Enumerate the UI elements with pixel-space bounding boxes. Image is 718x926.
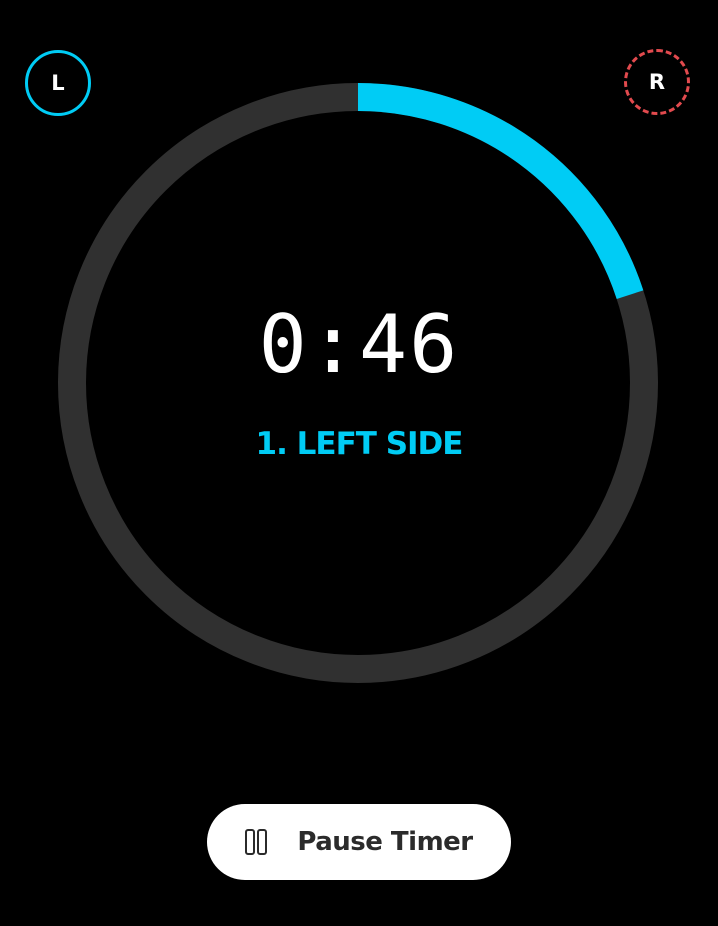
timer-countdown: 0:46 xyxy=(258,298,460,391)
pause-timer-button[interactable]: Pause Timer xyxy=(207,804,511,880)
timer-side-label: 1. LEFT SIDE xyxy=(255,426,464,462)
pause-timer-label: Pause Timer xyxy=(297,827,473,857)
pause-icon xyxy=(245,829,268,855)
